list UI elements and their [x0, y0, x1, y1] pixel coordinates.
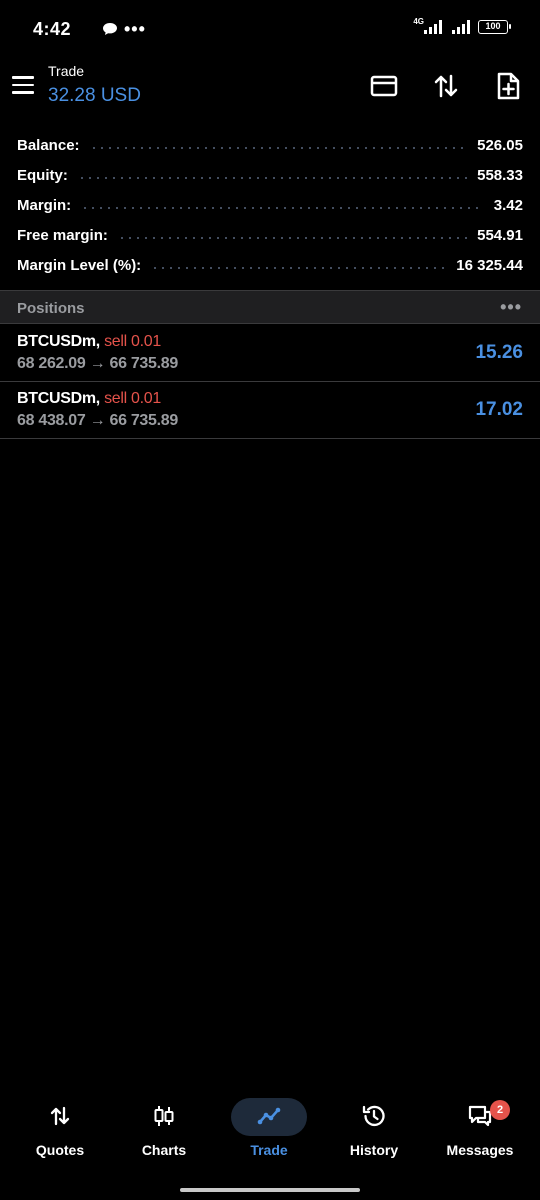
new-order-icon[interactable]: [492, 70, 524, 102]
chat-bubble-icon: [103, 23, 117, 35]
position-profit: 17.02: [475, 399, 523, 420]
unread-badge: 2: [490, 1100, 510, 1120]
profit-total: 32.28 USD: [48, 85, 141, 106]
position-profit: 15.26: [475, 342, 523, 363]
app-bar: Trade 32.28 USD: [0, 58, 540, 118]
network-type: 4G: [413, 17, 424, 26]
signal-icon: [424, 20, 442, 34]
dotted-leader: [77, 177, 468, 179]
dotted-leader: [151, 267, 447, 269]
summary-label: Balance:: [17, 136, 80, 154]
trade-screen: 4:42 ••• 4G 100 Trade 32.28 USD Balance:…: [0, 0, 540, 1200]
menu-icon[interactable]: [12, 73, 36, 97]
position-symbol-line: BTCUSDm, sell 0.01: [17, 333, 161, 351]
position-prices: 68 438.07 → 66 735.89: [17, 412, 178, 429]
nav-label: Quotes: [35, 1142, 85, 1158]
position-symbol-line: BTCUSDm, sell 0.01: [17, 390, 161, 408]
summary-label: Margin Level (%):: [17, 256, 142, 274]
summary-value: 3.42: [493, 196, 523, 214]
nav-messages[interactable]: 2 Messages: [430, 1090, 530, 1170]
position-symbol: BTCUSDm,: [17, 333, 100, 350]
summary-value: 526.05: [477, 136, 523, 154]
summary-value: 554.91: [477, 226, 523, 244]
nav-history[interactable]: History: [324, 1090, 424, 1170]
status-time: 4:42: [33, 19, 72, 39]
position-side: sell 0.01: [104, 333, 161, 350]
position-row[interactable]: BTCUSDm, sell 0.01 68 262.09 → 66 735.89…: [0, 325, 540, 382]
positions-title: Positions: [17, 300, 85, 317]
page-title: Trade: [48, 63, 85, 79]
nav-charts[interactable]: Charts: [114, 1090, 214, 1170]
battery-icon: 100: [478, 20, 511, 34]
position-symbol: BTCUSDm,: [17, 390, 100, 407]
home-indicator[interactable]: [180, 1188, 360, 1192]
bottom-navigation: Quotes Charts Trade History 2 Messages: [0, 1090, 540, 1170]
status-bar: 4:42 ••• 4G 100: [0, 0, 540, 58]
more-notifications-icon: •••: [124, 19, 146, 39]
summary-label: Equity:: [17, 166, 68, 184]
dotted-leader: [89, 147, 468, 149]
signal-icon-secondary: [452, 20, 470, 34]
dotted-leader: [81, 207, 484, 209]
payment-card-icon[interactable]: [368, 70, 400, 102]
account-summary: Balance: 526.05 Equity: 558.33 Margin: 3…: [0, 130, 540, 280]
nav-label: Trade: [250, 1142, 288, 1158]
summary-row-margin: Margin: 3.42: [0, 190, 540, 220]
status-system-icons: 4G 100: [413, 17, 511, 34]
summary-label: Free margin:: [17, 226, 108, 244]
more-options-icon[interactable]: •••: [500, 298, 522, 316]
summary-row-balance: Balance: 526.05: [0, 130, 540, 160]
nav-label: Charts: [141, 1142, 187, 1158]
summary-value: 16 325.44: [456, 256, 523, 274]
summary-row-equity: Equity: 558.33: [0, 160, 540, 190]
charts-icon: [154, 1106, 174, 1126]
trade-icon: [257, 1107, 281, 1125]
nav-trade[interactable]: Trade: [219, 1090, 319, 1170]
sort-icon[interactable]: [430, 70, 462, 102]
position-row[interactable]: BTCUSDm, sell 0.01 68 438.07 → 66 735.89…: [0, 382, 540, 439]
dotted-leader: [117, 237, 468, 239]
summary-value: 558.33: [477, 166, 523, 184]
history-icon: [362, 1105, 385, 1127]
summary-label: Margin:: [17, 196, 72, 214]
summary-row-margin-level: Margin Level (%): 16 325.44: [0, 250, 540, 280]
quotes-icon: [50, 1106, 70, 1126]
position-side: sell 0.01: [104, 390, 161, 407]
nav-label: Messages: [446, 1142, 514, 1158]
position-prices: 68 262.09 → 66 735.89: [17, 355, 178, 372]
nav-label: History: [349, 1142, 399, 1158]
nav-quotes[interactable]: Quotes: [10, 1090, 110, 1170]
positions-header: Positions •••: [0, 290, 540, 324]
summary-row-free-margin: Free margin: 554.91: [0, 220, 540, 250]
status-notification-icons: •••: [102, 19, 146, 39]
